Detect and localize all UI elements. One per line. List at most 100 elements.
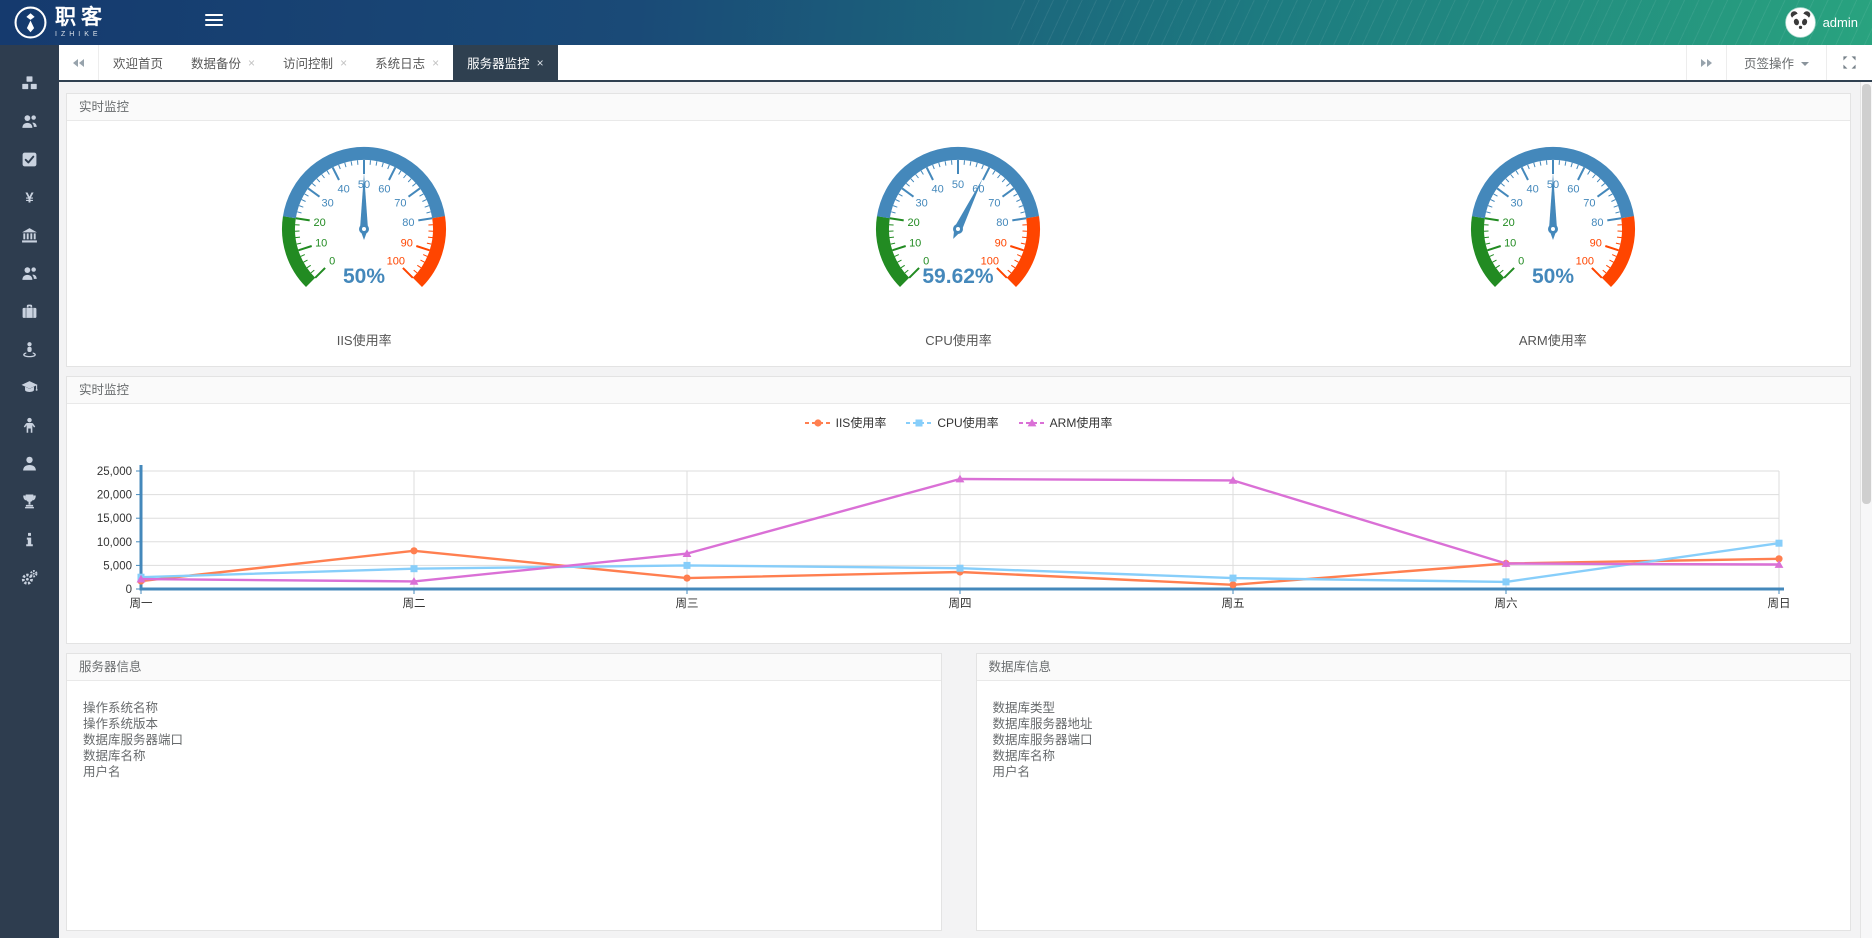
- legend-item-2[interactable]: ARM使用率: [1019, 414, 1113, 431]
- menu-toggle-icon[interactable]: [205, 14, 223, 29]
- sidebar-item-5[interactable]: [0, 254, 59, 292]
- tab-label: 欢迎首页: [113, 53, 163, 72]
- gauge-title: ARM使用率: [1256, 330, 1850, 349]
- svg-text:5,000: 5,000: [103, 560, 132, 572]
- info-row: 数据库名称: [993, 748, 1835, 764]
- info-row: 数据库类型: [993, 700, 1835, 716]
- svg-text:59.62%: 59.62%: [923, 265, 995, 288]
- sidebar-item-11[interactable]: [0, 482, 59, 520]
- logo-subtitle: IZHIKE: [55, 31, 107, 38]
- gauge-row: 010203040506070809010050%IIS使用率010203040…: [67, 121, 1850, 349]
- user-menu[interactable]: admin: [1785, 0, 1858, 45]
- fullscreen-button[interactable]: [1826, 45, 1872, 80]
- gauge-block-2: 010203040506070809010050%ARM使用率: [1256, 143, 1850, 349]
- left-sidebar: ¥: [0, 45, 59, 938]
- sidebar-item-9[interactable]: [0, 406, 59, 444]
- svg-text:30: 30: [1510, 197, 1522, 209]
- chevron-down-icon: [1801, 62, 1809, 66]
- server-info-list: 操作系统名称操作系统版本数据库服务器端口数据库名称用户名: [67, 681, 941, 799]
- tab-close-icon[interactable]: ×: [248, 56, 255, 70]
- sidebar-item-7[interactable]: [0, 330, 59, 368]
- legend-marker-icon: [805, 418, 831, 428]
- cny-icon: ¥: [21, 189, 38, 206]
- svg-text:90: 90: [995, 238, 1007, 250]
- legend-marker-icon: [1019, 418, 1045, 428]
- database-info-list: 数据库类型数据库服务器地址数据库服务器端口数据库名称用户名: [977, 681, 1851, 799]
- logo-title: 职客: [55, 7, 107, 28]
- svg-text:10: 10: [315, 238, 327, 250]
- tab-bar: 欢迎首页数据备份×访问控制×系统日志×服务器监控× 页签操作: [59, 45, 1872, 82]
- sidebar-item-0[interactable]: [0, 64, 59, 102]
- svg-text:80: 80: [1591, 217, 1603, 229]
- info-icon: [21, 531, 38, 548]
- sidebar-item-6[interactable]: [0, 292, 59, 330]
- cubes-icon: [21, 75, 38, 92]
- sidebar-item-12[interactable]: [0, 520, 59, 558]
- svg-text:70: 70: [989, 197, 1001, 209]
- chart-legend: IIS使用率 CPU使用率 ARM使用率: [67, 404, 1850, 431]
- tab-4[interactable]: 服务器监控 ×: [453, 45, 558, 80]
- tab-3[interactable]: 系统日志×: [361, 45, 453, 80]
- sidebar-item-3[interactable]: ¥: [0, 178, 59, 216]
- tab-0[interactable]: 欢迎首页: [99, 45, 177, 80]
- tabs-scroll-left-button[interactable]: [59, 45, 99, 80]
- gauge-block-1: 010203040506070809010059.62%CPU使用率: [661, 143, 1255, 349]
- panel-database-info: 数据库信息 数据库类型数据库服务器地址数据库服务器端口数据库名称用户名: [976, 653, 1852, 931]
- svg-text:周四: 周四: [949, 597, 972, 610]
- gauge-2: 010203040506070809010050%: [1428, 143, 1678, 295]
- open-tabs: 欢迎首页数据备份×访问控制×系统日志×服务器监控×: [99, 45, 558, 80]
- info-row: 数据库服务器端口: [83, 732, 925, 748]
- svg-text:周日: 周日: [1768, 597, 1791, 610]
- svg-text:80: 80: [402, 217, 414, 229]
- sidebar-item-8[interactable]: [0, 368, 59, 406]
- suitcase-icon: [21, 303, 38, 320]
- tab-2[interactable]: 访问控制×: [269, 45, 361, 80]
- gauge-0: 010203040506070809010050%: [239, 143, 489, 295]
- chevrons-right-icon: [1701, 59, 1706, 67]
- username: admin: [1823, 15, 1858, 30]
- svg-text:60: 60: [378, 184, 390, 196]
- svg-text:90: 90: [1589, 238, 1601, 250]
- info-row: 数据库服务器地址: [993, 716, 1835, 732]
- app-logo[interactable]: 职客 IZHIKE: [14, 0, 107, 45]
- tabs-scroll-right-button[interactable]: [1686, 45, 1726, 80]
- sidebar-item-1[interactable]: [0, 102, 59, 140]
- svg-text:10,000: 10,000: [97, 537, 132, 549]
- content-area: 实时监控 010203040506070809010050%IIS使用率0102…: [59, 82, 1860, 938]
- trophy-icon: [21, 493, 38, 510]
- info-row: 用户名: [993, 764, 1835, 780]
- vertical-scrollbar[interactable]: [1860, 82, 1872, 938]
- legend-marker-icon: [906, 418, 932, 428]
- check-square-icon: [21, 151, 38, 168]
- panel-title: 服务器信息: [67, 654, 941, 681]
- svg-text:40: 40: [932, 184, 944, 196]
- tab-1[interactable]: 数据备份 ×: [177, 45, 269, 80]
- fullscreen-icon: [1842, 55, 1857, 70]
- legend-item-0[interactable]: IIS使用率: [805, 414, 887, 431]
- svg-text:30: 30: [916, 197, 928, 209]
- top-navbar: 职客 IZHIKE admin: [0, 0, 1872, 45]
- tab-close-icon[interactable]: ×: [340, 56, 347, 70]
- sidebar-item-4[interactable]: [0, 216, 59, 254]
- info-row: 用户名: [83, 764, 925, 780]
- panel-title: 实时监控: [67, 377, 1850, 404]
- tab-operations-dropdown[interactable]: 页签操作: [1726, 45, 1826, 80]
- scrollbar-thumb[interactable]: [1862, 84, 1871, 504]
- sidebar-item-13[interactable]: [0, 558, 59, 596]
- logo-tie-icon: [14, 6, 47, 39]
- svg-text:50%: 50%: [343, 265, 385, 288]
- line-chart-container: 05,00010,00015,00020,00025,000周一周二周三周四周五…: [67, 431, 1850, 624]
- panel-server-info: 服务器信息 操作系统名称操作系统版本数据库服务器端口数据库名称用户名: [66, 653, 942, 931]
- legend-label: ARM使用率: [1050, 414, 1113, 431]
- tab-label: 服务器监控: [467, 53, 530, 72]
- svg-text:周二: 周二: [403, 597, 426, 610]
- tab-close-icon[interactable]: ×: [432, 56, 439, 70]
- legend-item-1[interactable]: CPU使用率: [906, 414, 998, 431]
- tab-close-icon[interactable]: ×: [537, 56, 544, 70]
- sidebar-item-10[interactable]: [0, 444, 59, 482]
- svg-text:¥: ¥: [25, 190, 34, 205]
- svg-text:周五: 周五: [1222, 597, 1245, 610]
- tab-label: 数据备份: [191, 53, 241, 72]
- bank-icon: [21, 227, 38, 244]
- sidebar-item-2[interactable]: [0, 140, 59, 178]
